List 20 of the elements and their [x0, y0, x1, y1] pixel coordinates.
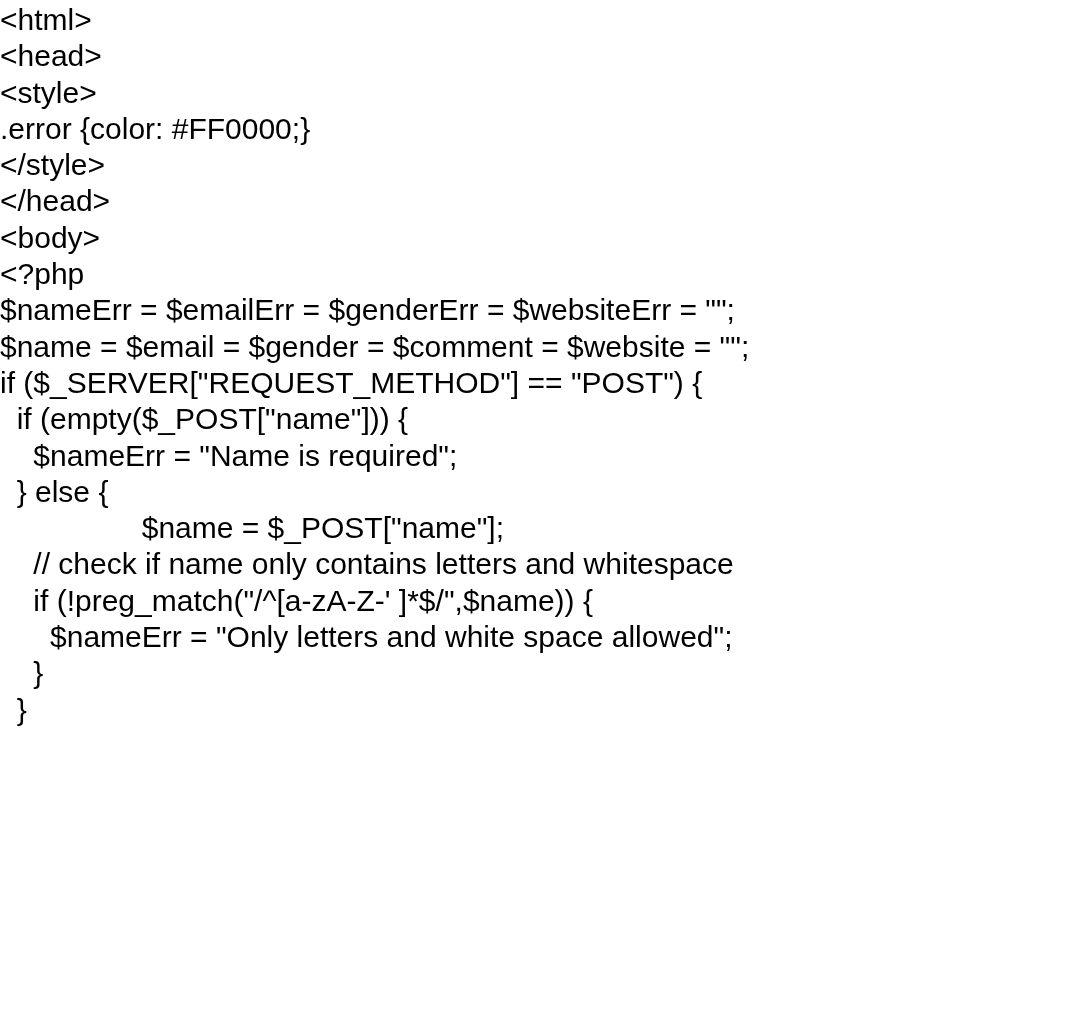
code-line: </style>	[0, 147, 106, 184]
code-line: </head>	[0, 183, 111, 220]
code-line: <html>	[0, 2, 92, 38]
code-line: }	[32, 655, 44, 692]
code-line: .error {color: #FF0000;}	[0, 110, 311, 147]
code-line: <?php	[0, 256, 85, 293]
code-line: $nameErr = "Name is required";	[32, 437, 458, 474]
code-line: // check if name only contains letters and whitespace	[32, 546, 734, 583]
code-line: }	[15, 691, 27, 728]
code-line: <style>	[0, 74, 97, 111]
code-line: $name = $_POST["name"];	[140, 510, 504, 547]
code-line: $nameErr = "Only letters and white space allowed";	[49, 619, 733, 656]
code-line: if ($_SERVER["REQUEST_METHOD"] == "POST") {	[0, 364, 703, 401]
code-line: if (!preg_match("/^[a-zA-Z-' ]*$/",$name)) {	[32, 582, 593, 619]
code-line: $name = $email = $gender = $comment = $website = "";	[0, 328, 750, 365]
code-line: <body>	[0, 219, 101, 256]
code-line: <head>	[0, 38, 102, 75]
code-line: if (empty($_POST["name"])) {	[15, 401, 409, 438]
code-line: } else {	[15, 473, 109, 510]
code-line: $nameErr = $emailErr = $genderErr = $websiteErr = "";	[0, 292, 735, 329]
